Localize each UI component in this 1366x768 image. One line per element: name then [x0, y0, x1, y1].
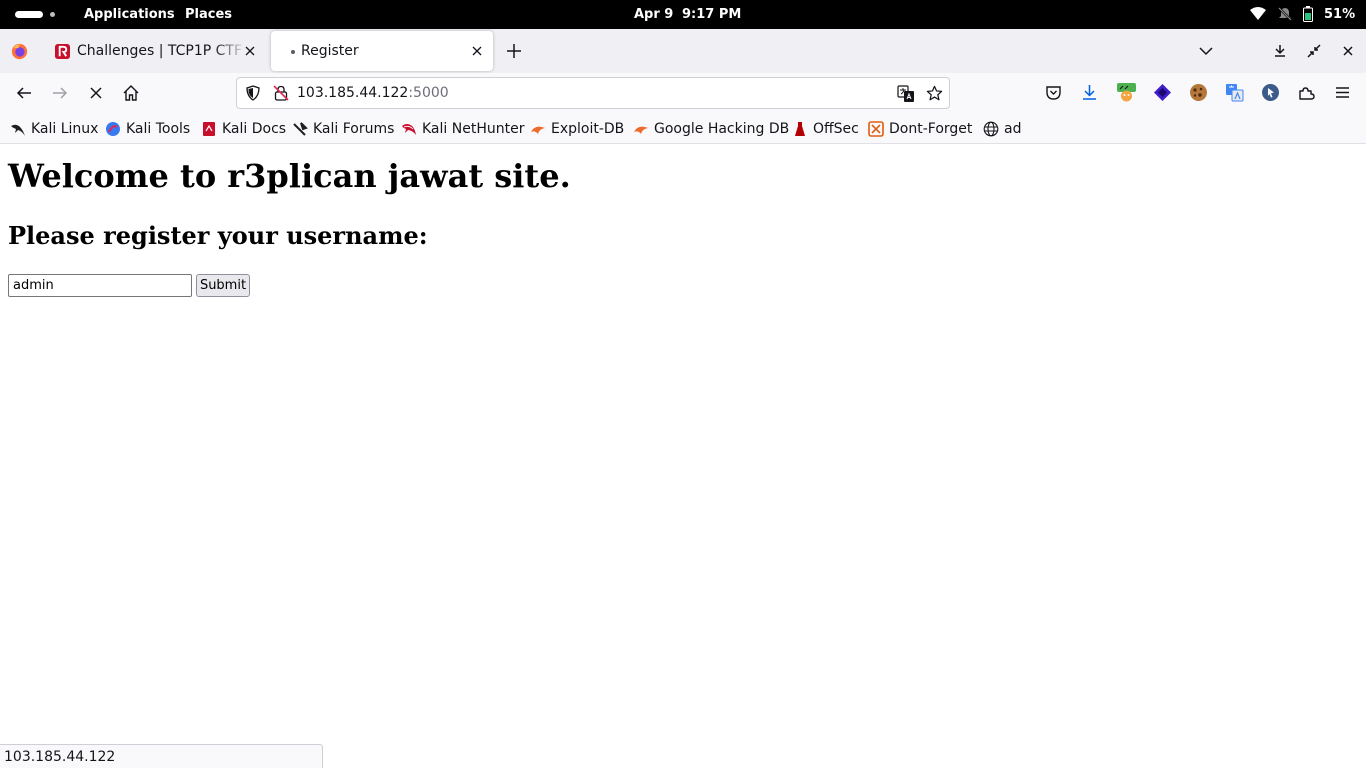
insecure-lock-icon[interactable]: [273, 85, 289, 101]
kali-forums-icon: [293, 122, 308, 136]
system-tray[interactable]: [1250, 4, 1313, 24]
back-arrow-icon[interactable]: [15, 84, 33, 102]
exploit-db-icon: [531, 126, 545, 134]
blue-cursor-extension-icon[interactable]: [1261, 83, 1280, 102]
tab-loading-icon: [291, 50, 295, 54]
bookmark-label: Dont-Forget: [889, 121, 973, 137]
downloads-icon[interactable]: [1080, 83, 1099, 102]
forward-arrow-icon[interactable]: [51, 84, 69, 102]
bookmark-google-hacking-db[interactable]: Google Hacking DB: [633, 120, 789, 138]
workspace-pill: [15, 11, 43, 18]
bookmark-label: Kali Tools: [126, 121, 191, 137]
bookmark-kali-linux[interactable]: Kali Linux: [10, 120, 98, 138]
stop-loading-icon[interactable]: [87, 84, 105, 102]
restore-window-icon[interactable]: [1306, 43, 1322, 59]
tab-title: Challenges | TCP1P CTF Spring: [77, 43, 247, 59]
workspace-dot: [50, 12, 55, 17]
bookmark-kali-forums[interactable]: Kali Forums: [292, 120, 394, 138]
globe-icon: [983, 121, 999, 137]
bookmark-label: Kali Docs: [222, 121, 287, 137]
url-host: 103.185.44.122: [297, 85, 409, 101]
submit-button[interactable]: Submit: [196, 274, 250, 297]
translate-extension-icon[interactable]: [1225, 83, 1244, 102]
bookmark-kali-tools[interactable]: Kali Tools: [105, 120, 190, 138]
firefox-view-icon[interactable]: [11, 43, 28, 60]
page-heading: Welcome to r3plican jawat site.: [8, 157, 571, 195]
ctfd-r-icon: [55, 44, 70, 59]
pocket-icon[interactable]: [1044, 83, 1063, 102]
tab-strip: Challenges | TCP1P CTF Spring Register: [0, 29, 1366, 73]
kali-dragon-icon: [11, 124, 25, 136]
bookmark-kali-nethunter[interactable]: Kali NetHunter: [401, 120, 524, 138]
purple-diamond-extension-icon[interactable]: [1153, 83, 1172, 102]
burp-extension-icon[interactable]: [1117, 83, 1136, 102]
address-bar[interactable]: 103.185.44.122:5000: [236, 77, 950, 109]
bookmark-exploit-db[interactable]: Exploit-DB: [530, 120, 624, 138]
tab-register[interactable]: Register: [271, 31, 493, 71]
battery-icon: [1303, 6, 1313, 22]
wifi-icon: [1250, 7, 1266, 20]
translate-page-icon[interactable]: [897, 85, 915, 103]
system-top-bar: Applications Places Apr 9 9:17 PM 51%: [0, 0, 1366, 29]
page-subheading: Please register your username:: [8, 221, 428, 250]
minimize-window-icon[interactable]: [1272, 43, 1288, 59]
link-status-bar: 103.185.44.122: [0, 744, 323, 768]
close-window-icon[interactable]: [1340, 43, 1356, 59]
navigation-toolbar: 103.185.44.122:5000: [0, 73, 1366, 113]
tracking-protection-shield-icon[interactable]: [245, 85, 261, 101]
offsec-icon: [795, 122, 805, 136]
kali-docs-icon: [203, 122, 215, 136]
bookmark-ad[interactable]: ad: [983, 120, 1021, 138]
bookmark-star-icon[interactable]: [926, 85, 943, 102]
bookmark-label: Kali NetHunter: [422, 121, 525, 137]
bookmark-kali-docs[interactable]: Kali Docs: [201, 120, 286, 138]
bookmark-offsec[interactable]: OffSec: [792, 120, 859, 138]
bookmarks-toolbar: Kali Linux Kali Tools Kali Docs Kali For…: [0, 113, 1366, 144]
bookmark-label: Kali Linux: [31, 121, 99, 137]
close-tab-icon[interactable]: [244, 45, 256, 57]
cookie-editor-icon[interactable]: [1189, 83, 1208, 102]
home-icon[interactable]: [122, 84, 140, 102]
applications-menu[interactable]: Applications: [84, 7, 175, 22]
kali-tools-icon: [106, 122, 120, 136]
page-content: Welcome to r3plican jawat site. Please r…: [0, 145, 1366, 768]
kali-nethunter-icon: [402, 124, 416, 135]
battery-percentage: 51%: [1324, 7, 1356, 22]
clock-date[interactable]: Apr 9: [634, 7, 673, 22]
activities-indicator[interactable]: [15, 11, 55, 18]
bookmark-label: Exploit-DB: [551, 121, 625, 137]
bookmark-label: ad: [1004, 121, 1022, 137]
bookmark-label: Kali Forums: [313, 121, 395, 137]
list-all-tabs-chevron-icon[interactable]: [1198, 43, 1214, 59]
bookmark-dont-forget[interactable]: Dont-Forget: [868, 120, 972, 138]
clock-time[interactable]: 9:17 PM: [682, 7, 741, 22]
tab-challenges[interactable]: Challenges | TCP1P CTF Spring: [44, 31, 266, 71]
url-text[interactable]: 103.185.44.122:5000: [297, 85, 449, 101]
bookmark-label: Google Hacking DB: [654, 121, 790, 137]
extensions-puzzle-icon[interactable]: [1297, 83, 1316, 102]
ghdb-icon: [634, 126, 648, 134]
bookmark-label: OffSec: [813, 121, 859, 137]
close-tab-icon[interactable]: [471, 45, 483, 57]
username-input[interactable]: [8, 274, 192, 297]
dont-forget-icon: [868, 121, 884, 137]
notifications-muted-icon: [1278, 7, 1292, 21]
places-menu[interactable]: Places: [185, 7, 232, 22]
url-port: :5000: [408, 85, 449, 101]
new-tab-plus-icon[interactable]: [505, 42, 523, 60]
tab-title: Register: [301, 43, 359, 59]
app-menu-hamburger-icon[interactable]: [1333, 83, 1352, 102]
